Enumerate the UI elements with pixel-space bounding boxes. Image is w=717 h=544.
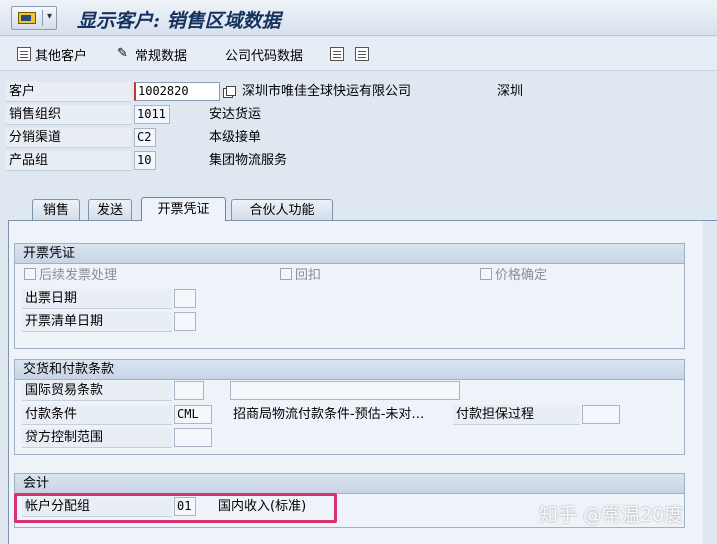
sales-org-field[interactable]: 1011 — [134, 105, 170, 124]
billing-group-title: 开票凭证 — [15, 244, 684, 264]
payment-terms-field[interactable]: CML — [174, 405, 212, 424]
incoterms-label: 国际贸易条款 — [22, 381, 172, 401]
payment-guarantee-field[interactable] — [582, 405, 620, 424]
pen-icon: ✎ — [117, 46, 128, 61]
subsequent-invoice-checkbox[interactable]: 后续发票处理 — [24, 266, 117, 286]
customer-copy-icon[interactable] — [223, 86, 236, 98]
page-icon-button[interactable] — [330, 45, 344, 63]
distribution-channel-desc: 本级接单 — [209, 130, 262, 145]
credit-control-area-label: 贷方控制范围 — [22, 428, 172, 448]
dropdown-arrow-icon: ▾ — [47, 11, 53, 22]
highlight-box — [14, 493, 337, 523]
sap-menu-icon — [18, 12, 36, 24]
distribution-channel-field[interactable]: C2 — [134, 128, 156, 147]
invoice-list-dates-label: 开票清单日期 — [22, 312, 172, 332]
price-determination-checkbox[interactable]: 价格确定 — [480, 266, 547, 286]
tab-sales[interactable]: 销售 — [32, 199, 80, 221]
system-menu-button[interactable]: ▾ — [11, 6, 57, 30]
other-customer-button[interactable]: 其他客户 — [17, 45, 87, 64]
incoterms-field[interactable] — [174, 381, 204, 400]
invoice-list-dates-field[interactable] — [174, 312, 196, 331]
sales-org-desc: 安达货运 — [209, 107, 262, 122]
tab-billing[interactable]: 开票凭证 — [141, 197, 226, 221]
division-field[interactable]: 10 — [134, 151, 156, 170]
rebate-checkbox[interactable]: 回扣 — [280, 266, 321, 286]
division-label: 产品组 — [6, 151, 131, 171]
customer-name: 深圳市唯佳全球快运有限公司 — [242, 84, 412, 99]
general-data-button[interactable]: ✎ 常规数据 — [117, 45, 187, 64]
division-desc: 集团物流服务 — [209, 153, 288, 168]
page-detail-icon — [355, 47, 369, 61]
accounting-group-title: 会计 — [15, 474, 684, 494]
customer-city: 深圳 — [497, 84, 524, 99]
page-detail-button[interactable] — [355, 45, 369, 63]
payment-terms-desc: 招商局物流付款条件-预估-未对… — [233, 407, 425, 422]
company-code-data-button[interactable]: 公司代码数据 — [225, 45, 303, 64]
page-title: 显示客户: 销售区域数据 — [77, 10, 281, 32]
watermark: 知乎 @常温20度 — [539, 504, 684, 526]
customer-label: 客户 — [6, 82, 131, 102]
invoice-dates-label: 出票日期 — [22, 289, 172, 309]
page-icon — [330, 47, 344, 61]
distribution-channel-label: 分销渠道 — [6, 128, 131, 148]
application-toolbar: 其他客户 ✎ 常规数据 公司代码数据 — [0, 37, 717, 71]
customer-field[interactable]: 1002820 — [134, 82, 220, 101]
incoterms-location-field[interactable] — [230, 381, 460, 400]
payment-guarantee-label: 付款担保过程 — [453, 405, 580, 425]
credit-control-area-field[interactable] — [174, 428, 212, 447]
payment-terms-label: 付款条件 — [22, 405, 172, 425]
sales-org-label: 销售组织 — [6, 105, 131, 125]
delivery-payment-group-title: 交货和付款条款 — [15, 360, 684, 380]
tab-partner-functions[interactable]: 合伙人功能 — [231, 199, 333, 221]
invoice-dates-field[interactable] — [174, 289, 196, 308]
document-icon — [17, 47, 31, 61]
tab-shipping[interactable]: 发送 — [88, 199, 132, 221]
title-bar: ▾ 显示客户: 销售区域数据 — [0, 0, 717, 36]
